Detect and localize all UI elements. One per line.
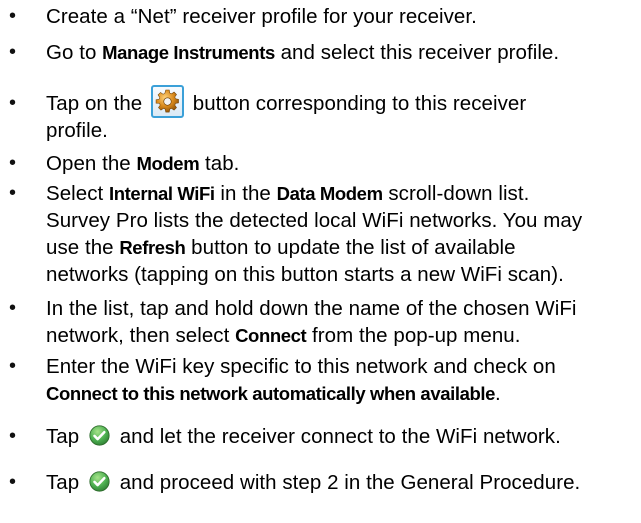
settings-button [151, 85, 184, 119]
check-circle-icon [89, 425, 110, 446]
bullet-icon: • [9, 152, 17, 174]
auto-connect-label: Connect to this network automatically wh… [46, 383, 495, 404]
modem-tab-label: Modem [136, 153, 200, 174]
bullet-icon: • [9, 41, 17, 63]
bullet-icon: • [9, 471, 17, 493]
data-modem-label: Data Modem [276, 183, 383, 204]
check-circle-icon [89, 471, 110, 492]
procedure-page: • Create a “Net” receiver profile for yo… [9, 5, 583, 494]
bullet-icon: • [9, 92, 17, 114]
connect-label: Connect [235, 325, 307, 346]
internal-wifi-label: Internal WiFi [109, 183, 215, 204]
bullet-icon: • [9, 5, 17, 27]
bullet-icon: • [9, 355, 17, 377]
bullet-icon: • [9, 297, 17, 319]
refresh-label: Refresh [119, 237, 186, 258]
manage-instruments-label: Manage Instruments [102, 42, 275, 63]
bullet-icon: • [9, 425, 17, 447]
gear-icon [155, 89, 179, 113]
step-text: Create a “Net” receiver profile for your… [46, 5, 477, 28]
bullet-icon: • [9, 182, 17, 204]
